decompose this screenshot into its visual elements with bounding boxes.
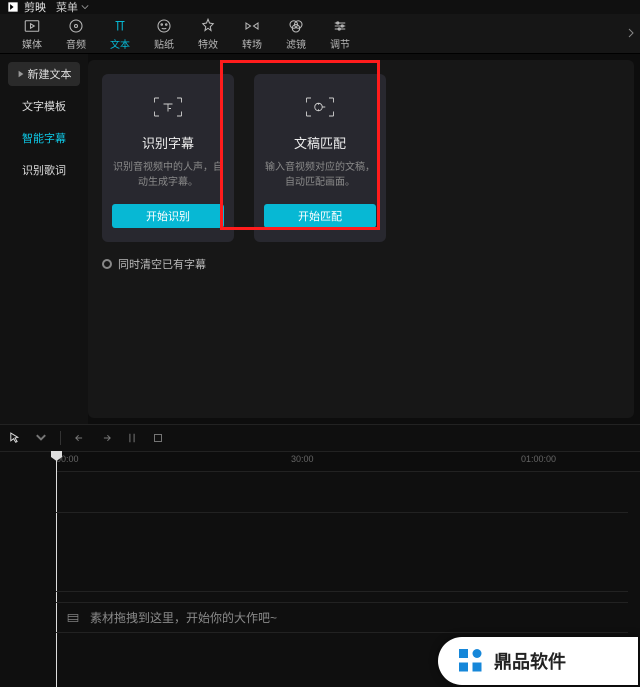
tab-audio[interactable]: 音频 bbox=[54, 14, 98, 53]
effect-icon bbox=[199, 17, 217, 35]
sidebar-item-smart-caption[interactable]: 智能字幕 bbox=[8, 126, 80, 150]
logo-icon bbox=[6, 0, 20, 14]
app-logo: 剪映 bbox=[6, 0, 46, 15]
card-row: 识别字幕 识别音视频中的人声，自动生成字幕。 开始识别 文稿匹配 输入音视频对应… bbox=[102, 74, 620, 242]
undo-icon[interactable] bbox=[73, 431, 87, 445]
pointer-icon[interactable] bbox=[8, 431, 22, 445]
text-icon bbox=[111, 17, 129, 35]
tab-filter[interactable]: 滤镜 bbox=[274, 14, 318, 53]
sidebar-item-lyrics[interactable]: 识别歌词 bbox=[8, 158, 80, 182]
triangle-right-icon bbox=[17, 70, 25, 78]
chevron-down-icon bbox=[81, 3, 89, 11]
start-match-button[interactable]: 开始匹配 bbox=[264, 204, 376, 228]
brand-text: 鼎品软件 bbox=[494, 648, 566, 674]
ruler-mark: 30:00 bbox=[291, 454, 314, 464]
card-desc: 识别音视频中的人声，自动生成字幕。 bbox=[112, 160, 224, 190]
card-script-match: 文稿匹配 输入音视频对应的文稿，自动匹配画面。 开始匹配 bbox=[254, 74, 386, 242]
main-panel: 新建文本 文字模板 智能字幕 识别歌词 识别字幕 识别音视频中的人声，自动生成字… bbox=[0, 54, 640, 424]
tab-adjust[interactable]: 调节 bbox=[318, 14, 362, 53]
track-guide bbox=[56, 512, 628, 592]
clear-existing-option[interactable]: 同时清空已有字幕 bbox=[102, 256, 620, 272]
top-tabs: 媒体 音频 文本 贴纸 特效 转场 滤镜 调节 bbox=[0, 14, 640, 54]
subtitle-icon bbox=[150, 94, 186, 123]
transition-icon bbox=[243, 17, 261, 35]
card-desc: 输入音视频对应的文稿，自动匹配画面。 bbox=[264, 160, 376, 190]
watermark-badge: 鼎品软件 bbox=[438, 637, 638, 685]
tab-sticker[interactable]: 贴纸 bbox=[142, 14, 186, 53]
clip-icon bbox=[66, 611, 80, 625]
adjust-icon bbox=[331, 17, 349, 35]
chevron-down-icon[interactable] bbox=[34, 431, 48, 445]
tab-media[interactable]: 媒体 bbox=[10, 14, 54, 53]
sidebar-item-new-text[interactable]: 新建文本 bbox=[8, 62, 80, 86]
delete-icon[interactable] bbox=[151, 431, 165, 445]
audio-icon bbox=[67, 17, 85, 35]
text-sidebar: 新建文本 文字模板 智能字幕 识别歌词 bbox=[0, 54, 88, 424]
card-title: 识别字幕 bbox=[142, 133, 194, 152]
chevron-right-icon[interactable] bbox=[626, 28, 636, 38]
card-title: 文稿匹配 bbox=[294, 133, 346, 152]
radio-icon bbox=[102, 259, 112, 269]
start-recognize-button[interactable]: 开始识别 bbox=[112, 204, 224, 228]
timeline-toolbar bbox=[0, 424, 640, 452]
menu-label: 菜单 bbox=[56, 0, 78, 15]
tab-effect[interactable]: 特效 bbox=[186, 14, 230, 53]
separator bbox=[60, 431, 61, 445]
redo-icon[interactable] bbox=[99, 431, 113, 445]
sidebar-item-templates[interactable]: 文字模板 bbox=[8, 94, 80, 118]
title-bar: 剪映 菜单 bbox=[0, 0, 640, 14]
tab-text[interactable]: 文本 bbox=[98, 14, 142, 53]
split-icon[interactable] bbox=[125, 431, 139, 445]
filter-icon bbox=[287, 17, 305, 35]
sticker-icon bbox=[155, 17, 173, 35]
ruler-mark: 01:00:00 bbox=[521, 454, 556, 464]
track-drop-hint: 素材拖拽到这里，开始你的大作吧~ bbox=[56, 602, 628, 633]
script-match-icon bbox=[302, 94, 338, 123]
tab-transition[interactable]: 转场 bbox=[230, 14, 274, 53]
brand-icon bbox=[456, 646, 486, 676]
app-name: 剪映 bbox=[24, 0, 46, 15]
media-icon bbox=[23, 17, 41, 35]
time-ruler[interactable]: 00:00 30:00 01:00:00 bbox=[56, 452, 640, 472]
tracks-area[interactable]: 素材拖拽到这里，开始你的大作吧~ bbox=[56, 602, 628, 633]
card-recognize-subtitle: 识别字幕 识别音视频中的人声，自动生成字幕。 开始识别 bbox=[102, 74, 234, 242]
content-area: 识别字幕 识别音视频中的人声，自动生成字幕。 开始识别 文稿匹配 输入音视频对应… bbox=[88, 60, 634, 418]
menu-dropdown[interactable]: 菜单 bbox=[56, 0, 89, 15]
